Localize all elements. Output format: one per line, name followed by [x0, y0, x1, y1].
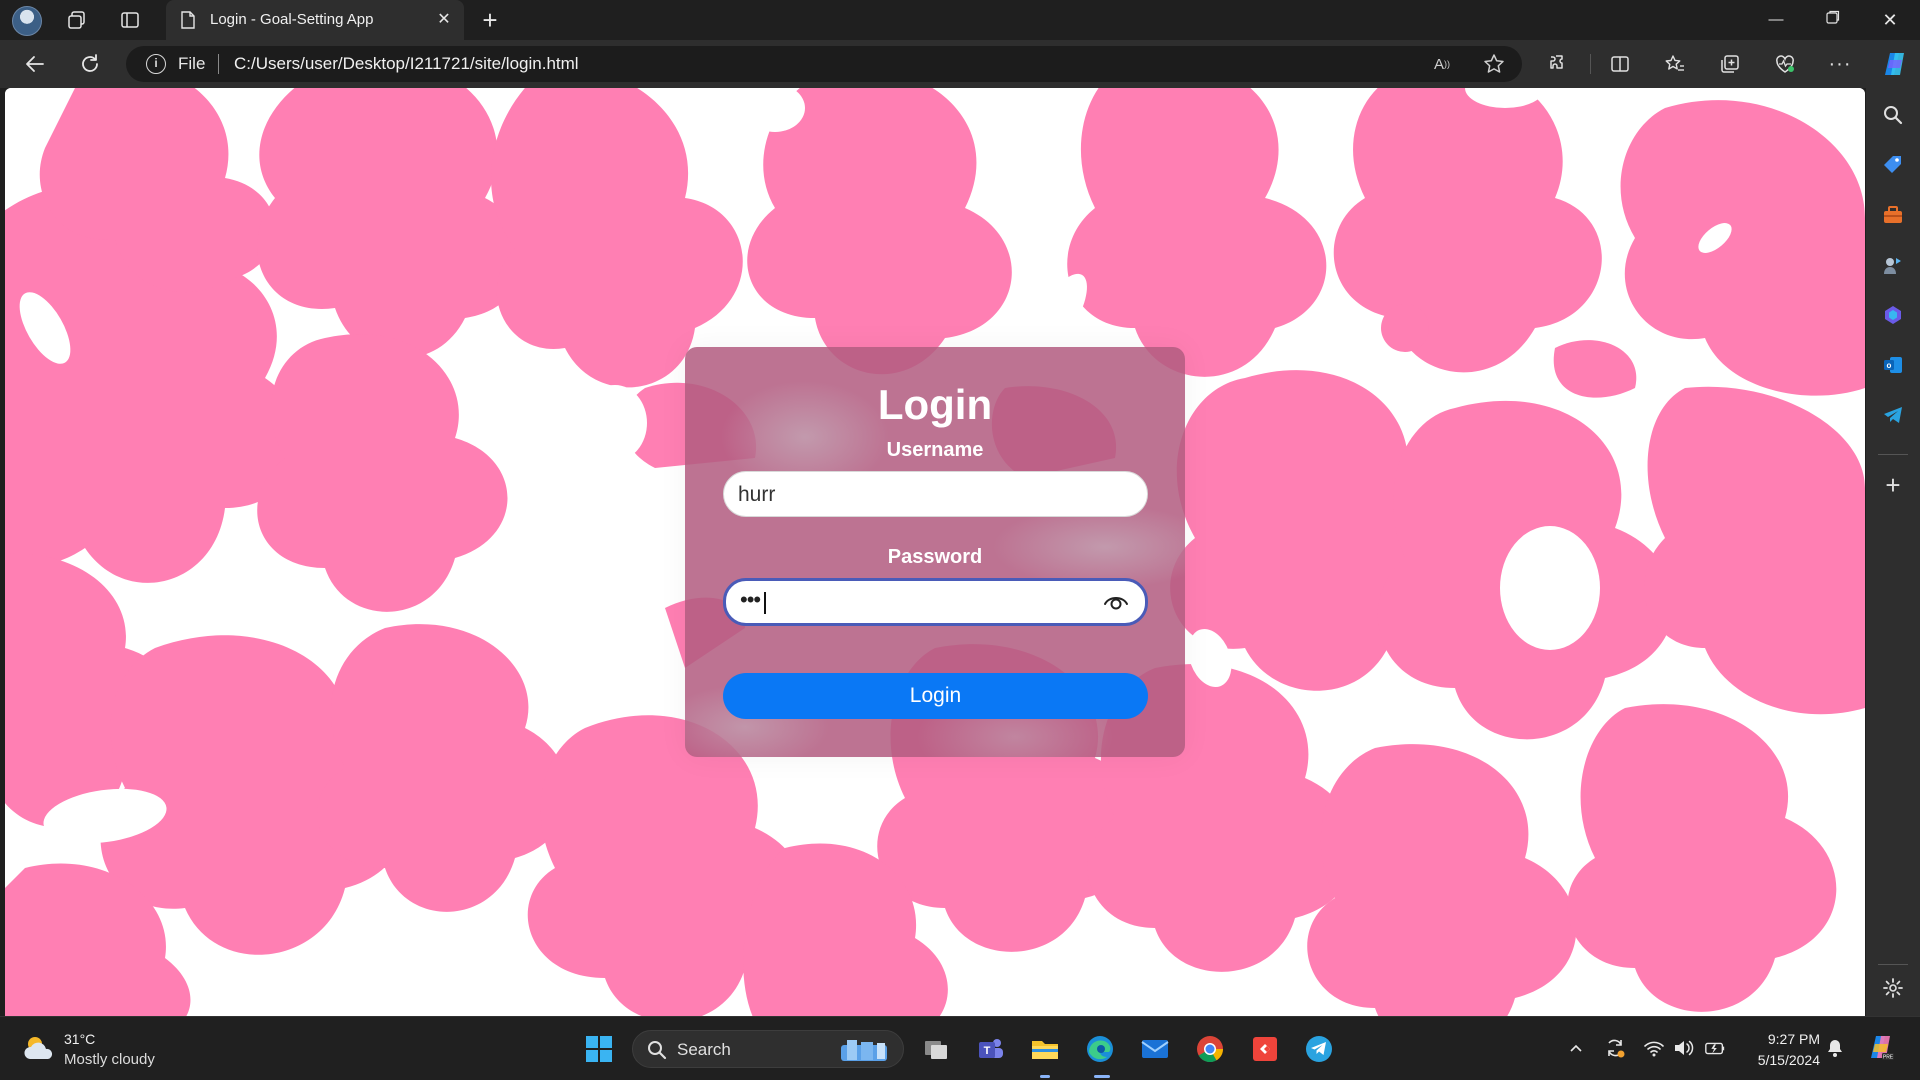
task-view-icon[interactable]	[919, 1032, 953, 1066]
sidebar-divider-bottom	[1878, 964, 1908, 965]
address-scheme: File	[178, 54, 206, 73]
clock-date[interactable]: 5/15/2024	[1742, 1052, 1820, 1068]
battery-icon[interactable]	[1704, 1037, 1726, 1059]
active-app-indicator-edge	[1094, 1075, 1110, 1078]
address-bar[interactable]: i File C:/Users/user/Desktop/I211721/sit…	[126, 46, 1522, 82]
mail-icon[interactable]	[1138, 1032, 1172, 1066]
file-explorer-icon[interactable]	[1028, 1032, 1062, 1066]
username-field[interactable]: hurr	[723, 471, 1148, 517]
title-bar: Login - Goal-Setting App ✕ + — ✕	[0, 0, 1920, 40]
anydesk-icon[interactable]	[1248, 1032, 1282, 1066]
close-icon[interactable]: ✕	[434, 10, 454, 30]
tab-actions-icon[interactable]	[116, 6, 144, 34]
profile-avatar[interactable]	[12, 6, 42, 36]
more-icon[interactable]: ···	[1826, 50, 1854, 78]
svg-text:T: T	[984, 1045, 991, 1057]
login-card: Login Username hurr Password ••• Login	[685, 347, 1185, 757]
telegram-icon[interactable]	[1879, 401, 1907, 429]
shopping-icon[interactable]	[1879, 151, 1907, 179]
volume-icon[interactable]	[1673, 1037, 1695, 1059]
text-caret	[764, 592, 766, 614]
workspaces-icon[interactable]	[63, 6, 91, 34]
windows-start-icon[interactable]	[582, 1032, 616, 1066]
show-password-eye-icon[interactable]	[1103, 592, 1129, 612]
weather-temperature[interactable]: 31°C	[64, 1031, 95, 1047]
show-hidden-icons-chevron-icon[interactable]	[1565, 1037, 1587, 1059]
outlook-icon[interactable]: o	[1879, 351, 1907, 379]
navigation-bar: i File C:/Users/user/Desktop/I211721/sit…	[0, 40, 1920, 88]
weather-cloudy-icon[interactable]	[22, 1033, 56, 1063]
favorite-star-icon[interactable]	[1482, 52, 1506, 76]
windows-taskbar: 31°C Mostly cloudy Search T 9:27 PM 5/15…	[0, 1016, 1920, 1080]
svg-text:o: o	[1887, 361, 1892, 370]
window-close-button[interactable]: ✕	[1878, 8, 1902, 32]
tab-login[interactable]: Login - Goal-Setting App ✕	[166, 0, 464, 40]
taskbar-search[interactable]: Search	[632, 1030, 904, 1068]
toolbar-divider	[1590, 54, 1591, 74]
weather-description[interactable]: Mostly cloudy	[64, 1051, 155, 1068]
search-icon[interactable]	[1879, 101, 1907, 129]
edge-icon[interactable]	[1083, 1032, 1117, 1066]
site-info-icon[interactable]: i	[146, 54, 166, 74]
split-screen-icon[interactable]	[1606, 50, 1634, 78]
sidebar-divider	[1878, 454, 1908, 455]
extensions-icon[interactable]	[1545, 50, 1573, 78]
add-icon[interactable]: +	[1879, 470, 1907, 500]
games-icon[interactable]	[1879, 251, 1907, 279]
active-app-indicator	[1040, 1075, 1050, 1078]
edge-sidebar: o +	[1866, 88, 1920, 1016]
svg-text:PRE: PRE	[1883, 1055, 1894, 1061]
settings-icon[interactable]	[1879, 974, 1907, 1002]
password-label: Password	[887, 546, 983, 568]
page-viewport: Login Username hurr Password ••• Login	[5, 88, 1865, 1016]
username-label: Username	[886, 439, 984, 461]
address-divider	[218, 54, 219, 74]
copilot-icon[interactable]	[1881, 50, 1909, 78]
back-icon[interactable]	[21, 50, 49, 78]
browser-essentials-icon[interactable]	[1771, 50, 1799, 78]
search-highlight-art	[841, 1040, 887, 1061]
read-aloud-icon[interactable]: A))	[1430, 52, 1454, 76]
password-mask: •••	[740, 587, 761, 612]
chrome-icon[interactable]	[1193, 1032, 1227, 1066]
login-button[interactable]: Login	[723, 673, 1148, 719]
minimize-button[interactable]: —	[1764, 8, 1788, 32]
microsoft-365-icon[interactable]	[1879, 301, 1907, 329]
restore-button[interactable]	[1821, 8, 1845, 32]
telegram-icon[interactable]	[1302, 1032, 1336, 1066]
notification-bell-icon[interactable]	[1824, 1037, 1846, 1059]
page-title: Login	[877, 381, 993, 428]
username-value: hurr	[738, 483, 776, 506]
search-label: Search	[677, 1040, 731, 1059]
collections-icon[interactable]	[1716, 50, 1744, 78]
page-icon	[181, 11, 195, 29]
wifi-icon[interactable]	[1643, 1037, 1665, 1059]
clock-time[interactable]: 9:27 PM	[1748, 1031, 1820, 1047]
teams-icon[interactable]: T	[974, 1032, 1008, 1066]
search-icon	[648, 1041, 667, 1060]
address-url[interactable]: C:/Users/user/Desktop/I211721/site/login…	[234, 54, 579, 74]
tools-icon[interactable]	[1879, 201, 1907, 229]
password-field[interactable]: •••	[723, 578, 1148, 626]
sync-update-icon[interactable]	[1604, 1037, 1626, 1059]
copilot-preview-icon[interactable]: PRE	[1866, 1033, 1896, 1063]
favorites-icon[interactable]	[1661, 50, 1689, 78]
refresh-icon[interactable]	[76, 50, 104, 78]
tab-title: Login - Goal-Setting App	[210, 11, 374, 28]
new-tab-icon[interactable]: +	[476, 5, 504, 35]
